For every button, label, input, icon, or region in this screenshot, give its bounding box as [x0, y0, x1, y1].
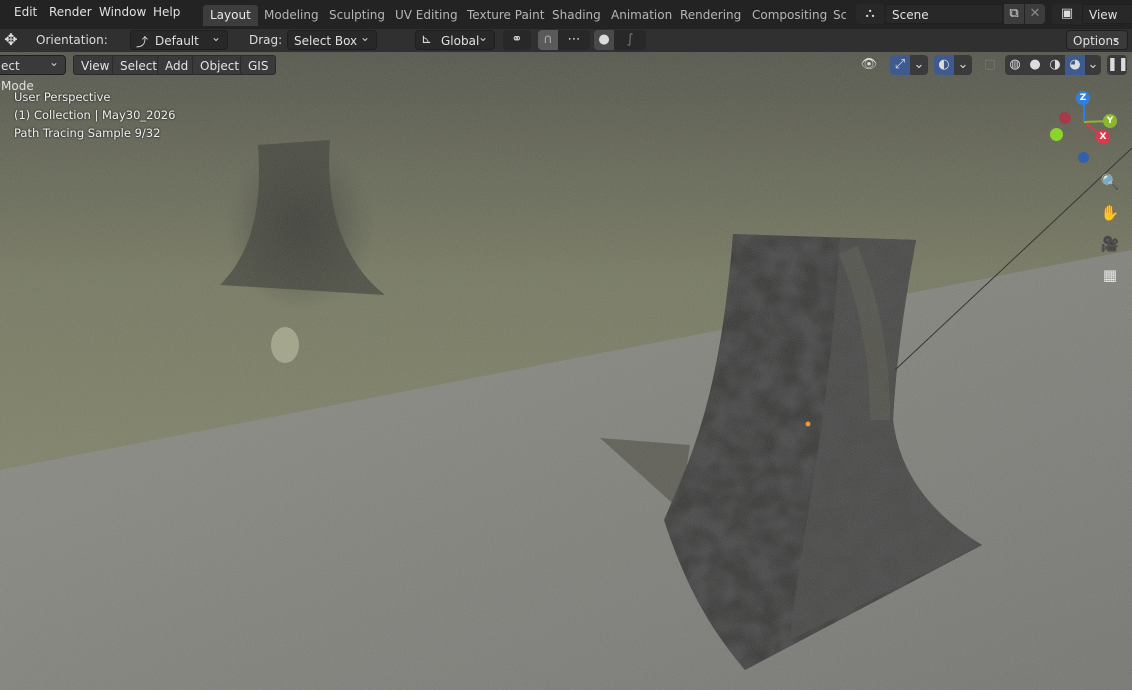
menu-add[interactable]: Add — [157, 55, 197, 75]
view-layer-field[interactable]: View Lay — [1082, 4, 1132, 42]
view-layer-icon[interactable]: ▣ — [1052, 4, 1082, 24]
shading-menu-chevron-icon[interactable]: ⌄ — [1085, 55, 1101, 75]
tab-compositing[interactable]: Compositing — [745, 5, 834, 26]
close-icon[interactable]: ✕ — [1025, 4, 1045, 24]
collection-info-text: (1) Collection | May30_2026 — [14, 108, 176, 122]
tool-settings-header: ✥ Orientation: Default ⤴ Drag: Select Bo… — [0, 27, 1132, 52]
gizmo-x-axis[interactable]: X — [1096, 130, 1110, 144]
tab-animation[interactable]: Animation — [604, 5, 679, 26]
menu-edit[interactable]: Edit — [14, 5, 37, 19]
top-bar: Edit Render Window Help Layout Modeling … — [0, 0, 1132, 42]
interaction-mode-dropdown[interactable]: ect Mode — [0, 52, 66, 93]
render-scene — [0, 52, 1132, 690]
xray-toggle-icon[interactable]: ▢ — [980, 55, 1000, 75]
tab-layout[interactable]: Layout — [203, 5, 258, 26]
gizmo-y-axis[interactable]: Y — [1103, 114, 1117, 128]
gizmo-z-axis[interactable]: Z — [1076, 91, 1090, 105]
snap-increment-icon[interactable]: ⋯ — [558, 30, 590, 50]
tab-uv-editing[interactable]: UV Editing — [388, 5, 465, 26]
scene-name-field[interactable]: Scene — [885, 4, 1003, 24]
tab-sculpting[interactable]: Sculpting — [322, 5, 392, 26]
solid-shading-icon[interactable]: ● — [1025, 55, 1045, 75]
wireframe-shading-icon[interactable]: ◍ — [1005, 55, 1025, 75]
snap-magnet-icon[interactable]: ∩ — [538, 30, 558, 50]
tab-shading[interactable]: Shading — [545, 5, 608, 26]
menu-object[interactable]: Object — [192, 55, 248, 75]
pause-render-icon[interactable]: ❚❚ — [1107, 55, 1129, 75]
gizmo-neg-z-axis[interactable] — [1078, 152, 1089, 163]
menu-view[interactable]: View — [73, 55, 118, 75]
material-shading-icon[interactable]: ◑ — [1045, 55, 1065, 75]
zoom-icon[interactable]: 🔍 — [1098, 170, 1122, 194]
tab-rendering[interactable]: Rendering — [673, 5, 748, 26]
menu-window[interactable]: Window — [99, 5, 146, 19]
orientation-icon: ⤴ — [136, 35, 149, 49]
scene-icon[interactable]: ⛬ — [856, 4, 884, 24]
gizmo-menu-chevron-icon[interactable]: ⌄ — [910, 55, 928, 75]
duplicate-scene-icon[interactable]: ⧉ — [1004, 4, 1024, 24]
drag-label: Drag: — [249, 33, 283, 47]
drag-dropdown[interactable]: Select Box — [287, 27, 377, 50]
menu-help[interactable]: Help — [153, 5, 180, 19]
global-axis-icon: ⊾ — [421, 32, 432, 47]
visibility-eye-icon[interactable]: 👁 — [853, 55, 885, 75]
gizmo-neg-x-axis[interactable] — [1059, 112, 1071, 124]
gizmo-toggle-icon[interactable]: ⤢ — [890, 55, 910, 75]
viewport-info-overlay: User Perspective (1) Collection | May30_… — [14, 88, 175, 142]
ortho-grid-icon[interactable]: ▦ — [1098, 263, 1122, 287]
overlays-menu-chevron-icon[interactable]: ⌄ — [954, 55, 972, 75]
tab-texture-paint[interactable]: Texture Paint — [460, 5, 551, 26]
tab-scripting[interactable]: Sc — [826, 5, 846, 26]
render-sample-text: Path Tracing Sample 9/32 — [14, 126, 161, 140]
menu-gis[interactable]: GIS — [240, 55, 277, 75]
rendered-shading-icon[interactable]: ◕ — [1065, 55, 1085, 75]
tab-modeling[interactable]: Modeling — [257, 5, 326, 26]
move-tool-icon[interactable]: ✥ — [0, 30, 22, 50]
pan-hand-icon[interactable]: ✋ — [1098, 201, 1122, 225]
gizmo-neg-y-axis[interactable] — [1050, 128, 1063, 141]
overlays-toggle-icon[interactable]: ◐ — [934, 55, 954, 75]
proportional-edit-icon[interactable]: ● — [594, 30, 614, 50]
orientation-label: Orientation: — [36, 33, 108, 47]
3d-viewport[interactable] — [0, 52, 1132, 690]
pivot-link-icon[interactable]: ⚭ — [503, 30, 531, 50]
camera-view-icon[interactable]: 🎥 — [1098, 232, 1122, 256]
options-dropdown[interactable]: Options — [1066, 27, 1128, 50]
falloff-curve-icon[interactable]: ∫ — [614, 30, 646, 50]
viewport-header: ect Mode View Select Add Object GIS 👁 ⤢ … — [0, 52, 1132, 93]
view-perspective-text: User Perspective — [14, 90, 111, 104]
menu-render[interactable]: Render — [49, 5, 92, 19]
